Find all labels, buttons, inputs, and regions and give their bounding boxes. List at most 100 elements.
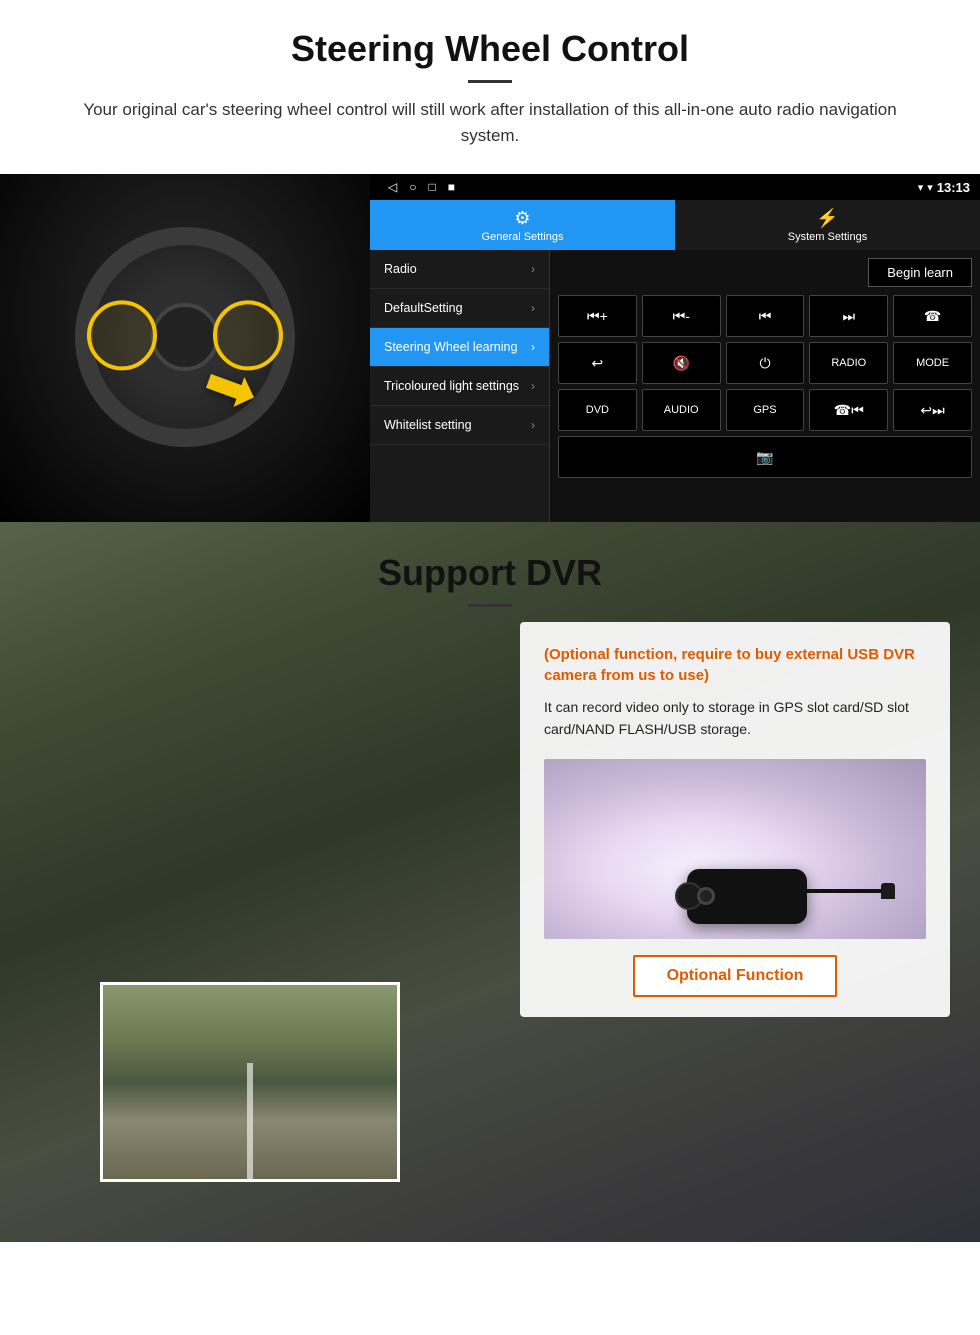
chevron-icon: › [531, 262, 535, 276]
ctrl-next[interactable]: ⏭ [809, 295, 888, 337]
menu-icon: ■ [448, 180, 455, 194]
phone-prev-icon: ☎⏮ [834, 402, 864, 419]
dvr-title: Support DVR [40, 552, 940, 594]
recent-icon: □ [428, 180, 435, 194]
menu-item-tricolour[interactable]: Tricoloured light settings › [370, 367, 549, 406]
tab-general-label: General Settings [482, 231, 564, 243]
audio-label: AUDIO [664, 404, 699, 416]
camera-cable [787, 889, 887, 893]
ctrl-dvr[interactable]: 📷 [558, 436, 972, 478]
chevron-icon: › [531, 340, 535, 354]
ctrl-phone[interactable]: ☎ [893, 295, 972, 337]
camera-body [687, 869, 807, 924]
ctrl-mode[interactable]: MODE [893, 342, 972, 384]
chevron-icon: › [531, 379, 535, 393]
dvd-label: DVD [586, 404, 609, 416]
vol-down-icon: ⏮- [673, 308, 690, 325]
control-row-4: 📷 [558, 436, 972, 478]
camera-lens-icon [697, 887, 715, 905]
gps-label: GPS [753, 404, 776, 416]
phone-next-icon: ↩⏭ [920, 402, 944, 419]
menu-item-default[interactable]: DefaultSetting › [370, 289, 549, 328]
back-call-icon: ↩ [592, 355, 604, 372]
title-divider [468, 80, 512, 83]
ctrl-mute[interactable]: 🔇 [642, 342, 721, 384]
highlight-circle-left [87, 300, 157, 370]
mode-label: MODE [916, 357, 949, 369]
steering-wheel-background: ➡ [0, 174, 370, 522]
tab-general-settings[interactable]: ⚙ General Settings [370, 200, 675, 250]
dvr-icon: 📷 [756, 449, 773, 466]
ctrl-vol-up[interactable]: ⏮+ [558, 295, 637, 337]
status-time: 13:13 [937, 180, 970, 195]
ctrl-back[interactable]: ↩ [558, 342, 637, 384]
prev-icon: ⏮ [759, 308, 772, 325]
control-row-1: ⏮+ ⏮- ⏮ ⏭ ☎ [558, 295, 972, 337]
chevron-icon: › [531, 301, 535, 315]
wifi-icon: ▾ [927, 181, 933, 194]
section-title: Steering Wheel Control [60, 28, 920, 70]
dvr-camera-image [544, 759, 926, 939]
dvr-thumbnail-photo [100, 982, 400, 1182]
dvr-header: Support DVR [0, 522, 980, 617]
section-header: Steering Wheel Control Your original car… [0, 0, 980, 156]
menu-item-radio[interactable]: Radio › [370, 250, 549, 289]
control-row-3: DVD AUDIO GPS ☎⏮ [558, 389, 972, 431]
vol-up-icon: ⏮+ [587, 308, 608, 325]
power-icon: ⏻ [759, 355, 770, 372]
ctrl-phone-next[interactable]: ↩⏭ [893, 389, 972, 431]
dvr-description: It can record video only to storage in G… [544, 696, 926, 741]
ctrl-vol-down[interactable]: ⏮- [642, 295, 721, 337]
control-grid: ⏮+ ⏮- ⏮ ⏭ ☎ [558, 295, 972, 478]
thumbnail-road-image [103, 985, 397, 1179]
dvr-content: Support DVR [0, 522, 980, 617]
control-row-2: ↩ 🔇 ⏻ RADIO MOD [558, 342, 972, 384]
back-icon: ◁ [388, 180, 397, 194]
menu-item-whitelist[interactable]: Whitelist setting › [370, 406, 549, 445]
menu-default-label: DefaultSetting [384, 301, 463, 315]
menu-radio-label: Radio [384, 262, 417, 276]
menu-item-steering[interactable]: Steering Wheel learning › [370, 328, 549, 367]
begin-learn-button[interactable]: Begin learn [868, 258, 972, 287]
ctrl-prev[interactable]: ⏮ [726, 295, 805, 337]
tab-system-label: System Settings [788, 231, 867, 243]
menu-steering-label: Steering Wheel learning [384, 340, 517, 354]
dvr-info-card: (Optional function, require to buy exter… [520, 622, 950, 1017]
radio-label: RADIO [831, 357, 866, 369]
right-panel: Begin learn ⏮+ ⏮- [550, 250, 980, 522]
menu-whitelist-label: Whitelist setting [384, 418, 472, 432]
menu-tricolour-label: Tricoloured light settings [384, 379, 519, 393]
ctrl-power[interactable]: ⏻ [726, 342, 805, 384]
home-icon: ○ [409, 180, 416, 194]
optional-function-button[interactable]: Optional Function [633, 955, 838, 997]
nav-icons: ◁ ○ □ ■ [380, 180, 914, 194]
tab-system-settings[interactable]: ⚡ System Settings [675, 200, 980, 250]
ctrl-phone-prev[interactable]: ☎⏮ [809, 389, 888, 431]
ctrl-radio[interactable]: RADIO [809, 342, 888, 384]
dvr-divider [468, 604, 512, 607]
begin-learn-row: Begin learn [558, 258, 972, 287]
dvr-section: Support DVR (Optional function, require … [0, 522, 980, 1242]
main-content: Radio › DefaultSetting › Steering Wheel … [370, 250, 980, 522]
camera-device [687, 869, 807, 924]
steering-demo: ➡ ◁ ○ □ ■ ▾ ▾ 13:13 [0, 174, 980, 522]
dvr-optional-text: (Optional function, require to buy exter… [544, 644, 926, 686]
signal-icon: ▾ [918, 181, 924, 194]
status-bar: ◁ ○ □ ■ ▾ ▾ 13:13 [370, 174, 980, 200]
android-ui-panel: ◁ ○ □ ■ ▾ ▾ 13:13 ⚙ General Settings [370, 174, 980, 522]
mute-icon: 🔇 [672, 355, 689, 372]
tab-bar: ⚙ General Settings ⚡ System Settings [370, 200, 980, 250]
chevron-icon: › [531, 418, 535, 432]
steering-photo: ➡ [0, 174, 370, 522]
steering-wheel-section: Steering Wheel Control Your original car… [0, 0, 980, 522]
next-icon: ⏭ [842, 308, 855, 325]
section-subtitle: Your original car's steering wheel contr… [60, 97, 920, 148]
system-icon: ⚡ [816, 208, 838, 229]
ctrl-dvd[interactable]: DVD [558, 389, 637, 431]
ctrl-audio[interactable]: AUDIO [642, 389, 721, 431]
gear-icon: ⚙ [514, 208, 530, 229]
status-bar-icons: ▾ ▾ 13:13 [918, 180, 970, 195]
left-menu: Radio › DefaultSetting › Steering Wheel … [370, 250, 550, 522]
phone-icon: ☎ [924, 308, 941, 325]
ctrl-gps[interactable]: GPS [726, 389, 805, 431]
